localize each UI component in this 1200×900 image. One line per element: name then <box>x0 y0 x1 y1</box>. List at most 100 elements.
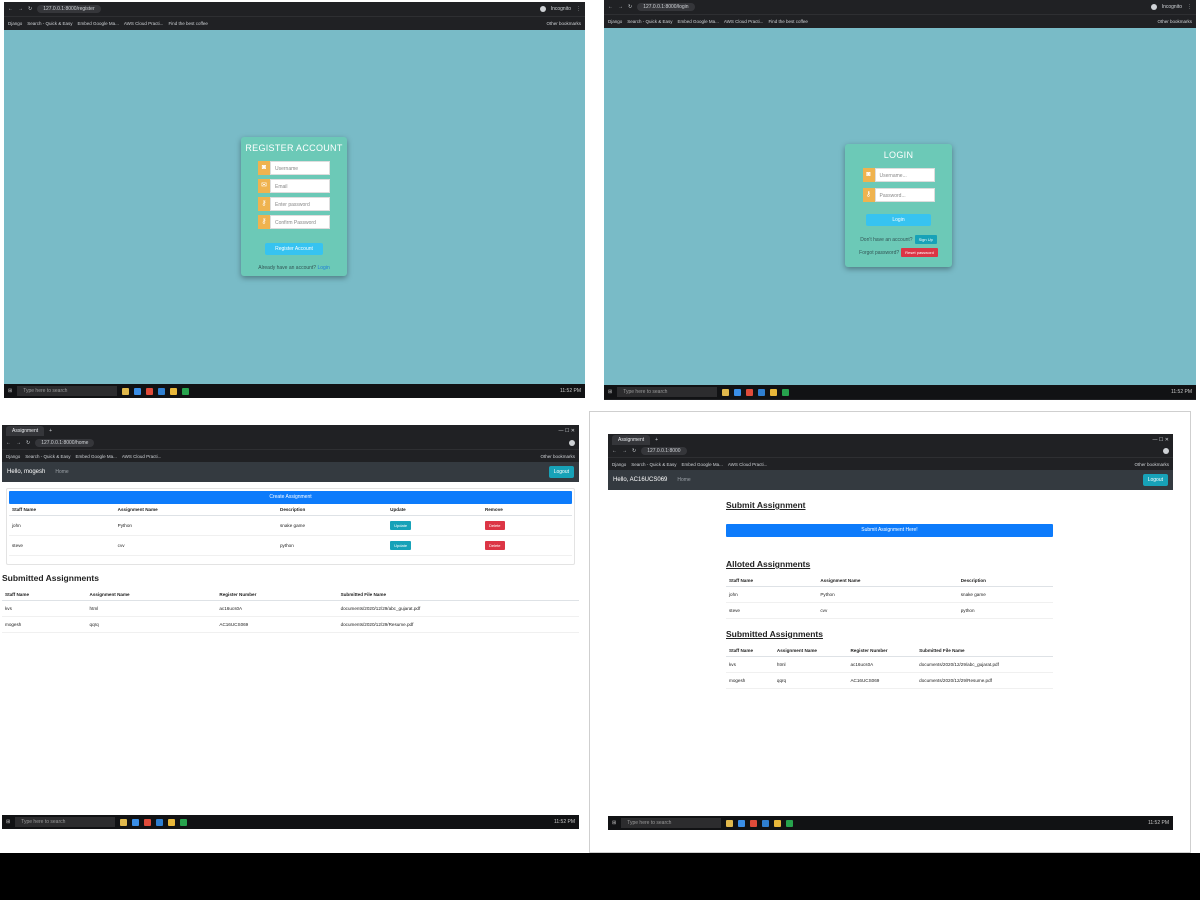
bookmark-item[interactable]: Django <box>608 19 622 24</box>
update-button[interactable]: Update <box>390 541 412 550</box>
brave-icon[interactable] <box>746 388 754 396</box>
bookmark-item[interactable]: Django <box>8 21 22 26</box>
bookmark-item[interactable]: Search - Quick & Easy <box>27 21 72 26</box>
back-icon[interactable]: ← <box>608 4 613 10</box>
avatar[interactable] <box>1150 4 1157 10</box>
store-icon[interactable] <box>738 819 746 827</box>
excel-icon[interactable] <box>180 818 188 826</box>
avatar[interactable] <box>1163 448 1169 454</box>
other-bookmarks[interactable]: Other bookmarks <box>1134 462 1169 467</box>
nav-home-link[interactable]: Home <box>55 469 68 475</box>
bookmark-item[interactable]: AWS Cloud Practi... <box>124 21 164 26</box>
reload-icon[interactable]: ↻ <box>26 440 30 446</box>
vscode-icon[interactable] <box>158 387 166 395</box>
avatar[interactable] <box>539 6 546 12</box>
windows-icon[interactable]: ⊞ <box>8 388 12 394</box>
folder-icon[interactable] <box>722 388 730 396</box>
address-bar[interactable]: 127.0.0.1:8000 <box>641 447 687 455</box>
other-bookmarks[interactable]: Other bookmarks <box>546 21 581 26</box>
chrome-icon[interactable] <box>770 388 778 396</box>
bookmark-item[interactable]: Find the best coffee <box>768 19 807 24</box>
windows-icon[interactable]: ⊞ <box>608 389 612 395</box>
folder-icon[interactable] <box>726 819 734 827</box>
username-field[interactable]: ◙ Username... <box>862 168 935 182</box>
folder-icon[interactable] <box>122 387 130 395</box>
bookmark-item[interactable]: AWS Cloud Practi... <box>724 19 764 24</box>
window-controls[interactable]: — ☐ ✕ <box>1153 437 1169 443</box>
reload-icon[interactable]: ↻ <box>28 6 32 12</box>
reload-icon[interactable]: ↻ <box>628 4 632 10</box>
address-bar[interactable]: 127.0.0.1:8000/home <box>35 438 95 447</box>
back-icon[interactable]: ← <box>6 440 11 446</box>
reset-password-button[interactable]: Reset password <box>901 248 938 257</box>
store-icon[interactable] <box>734 388 742 396</box>
create-assignment-button[interactable]: Create Assignment <box>9 491 572 504</box>
bookmark-item[interactable]: Django <box>612 462 626 467</box>
bookmark-item[interactable]: Embed Google Ma... <box>678 19 719 24</box>
new-tab-icon[interactable]: + <box>49 428 52 434</box>
confirm-password-field[interactable]: ⚷ Confirm Password <box>258 215 330 229</box>
nav-home-link[interactable]: Home <box>677 477 690 483</box>
windows-icon[interactable]: ⊞ <box>6 819 10 825</box>
chrome-icon[interactable] <box>168 818 176 826</box>
browser-tab[interactable]: Assignment <box>612 434 651 445</box>
window-controls[interactable]: — ☐ ✕ <box>559 428 575 434</box>
bookmark-item[interactable]: AWS Cloud Practi... <box>122 454 162 459</box>
menu-icon[interactable]: ⋮ <box>1187 4 1192 10</box>
vscode-icon[interactable] <box>758 388 766 396</box>
submit-assignment-button[interactable]: Submit Assignment Here! <box>726 524 1053 537</box>
avatar[interactable] <box>569 439 575 446</box>
address-bar[interactable]: 127.0.0.1:8000/register <box>37 5 101 13</box>
login-link[interactable]: Login <box>317 265 329 271</box>
bookmark-item[interactable]: Embed Google Ma... <box>682 462 723 467</box>
bookmark-item[interactable]: Embed Google Ma... <box>76 454 117 459</box>
bookmark-item[interactable]: Django <box>6 454 20 459</box>
register-button[interactable]: Register Account <box>265 243 323 255</box>
other-bookmarks[interactable]: Other bookmarks <box>540 454 575 459</box>
address-bar[interactable]: 127.0.0.1:8000/login <box>637 3 695 11</box>
logout-button[interactable]: Logout <box>1142 474 1168 486</box>
bookmark-item[interactable]: Search - Quick & Easy <box>631 462 676 467</box>
chrome-icon[interactable] <box>170 387 178 395</box>
back-icon[interactable]: ← <box>612 448 617 454</box>
reload-icon[interactable]: ↻ <box>632 448 636 454</box>
login-button[interactable]: Login <box>866 214 931 226</box>
password-field[interactable]: ⚷ Enter password <box>258 197 330 211</box>
menu-icon[interactable]: ⋮ <box>576 6 581 12</box>
password-field[interactable]: ⚷ Password... <box>862 188 935 202</box>
folder-icon[interactable] <box>120 818 128 826</box>
delete-button[interactable]: Delete <box>484 541 505 550</box>
new-tab-icon[interactable]: + <box>655 437 658 443</box>
brave-icon[interactable] <box>146 387 154 395</box>
other-bookmarks[interactable]: Other bookmarks <box>1157 19 1192 24</box>
username-field[interactable]: ◙ Username <box>258 161 330 175</box>
taskbar-search[interactable]: Type here to search <box>617 387 718 397</box>
bookmark-item[interactable]: Search - Quick & Easy <box>25 454 70 459</box>
store-icon[interactable] <box>132 818 140 826</box>
chrome-icon[interactable] <box>774 819 782 827</box>
email-field[interactable]: ✉ Email <box>258 179 330 193</box>
browser-tab[interactable]: Assignment <box>6 425 45 436</box>
bookmark-item[interactable]: Embed Google Ma... <box>78 21 119 26</box>
brave-icon[interactable] <box>750 819 758 827</box>
windows-icon[interactable]: ⊞ <box>612 820 616 826</box>
vscode-icon[interactable] <box>762 819 770 827</box>
back-icon[interactable]: ← <box>8 6 13 12</box>
vscode-icon[interactable] <box>156 818 164 826</box>
forward-icon[interactable]: → <box>16 440 21 446</box>
taskbar-search[interactable]: Type here to search <box>17 386 118 396</box>
forward-icon[interactable]: → <box>622 448 627 454</box>
signup-button[interactable]: Sign Up <box>914 235 937 244</box>
taskbar-search[interactable]: Type here to search <box>621 818 722 828</box>
excel-icon[interactable] <box>782 388 790 396</box>
forward-icon[interactable]: → <box>18 6 23 12</box>
excel-icon[interactable] <box>182 387 190 395</box>
forward-icon[interactable]: → <box>618 4 623 10</box>
store-icon[interactable] <box>134 387 142 395</box>
logout-button[interactable]: Logout <box>548 466 574 478</box>
excel-icon[interactable] <box>786 819 794 827</box>
delete-button[interactable]: Delete <box>484 521 505 530</box>
brave-icon[interactable] <box>144 818 152 826</box>
bookmark-item[interactable]: AWS Cloud Practi... <box>728 462 768 467</box>
bookmark-item[interactable]: Search - Quick & Easy <box>627 19 672 24</box>
